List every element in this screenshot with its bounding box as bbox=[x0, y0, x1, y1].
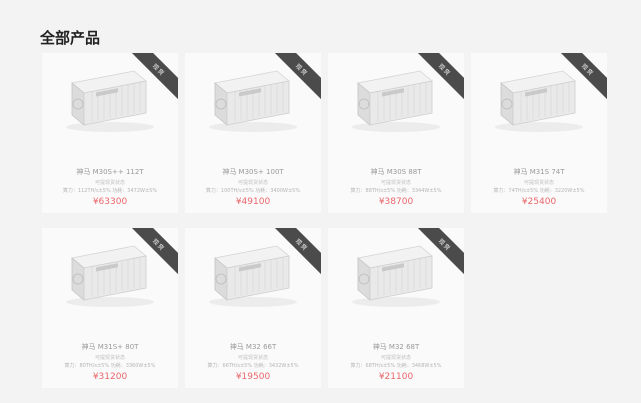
product-subtitle: 可提现货状态 bbox=[380, 180, 411, 186]
product-card[interactable]: 现货 神马 M30S 88T 可提现货状态 算力：88TH/s±5% 功耗：33… bbox=[328, 53, 464, 213]
product-spec: 算力：100TH/s±5% 功耗：3400W±5% bbox=[205, 188, 301, 194]
product-card[interactable]: 现货 神马 M31S+ 80T 可提现货状态 算力：80TH/s±5% 功耗：3… bbox=[42, 228, 178, 388]
product-card[interactable]: 现货 神马 M30S++ 112T 可提现货状态 算力：112TH/s±5% 功… bbox=[42, 53, 178, 213]
product-name: 神马 M32 66T bbox=[229, 343, 277, 351]
product-spec: 算力：74TH/s±5% 功耗：3220W±5% bbox=[493, 188, 585, 194]
product-spec: 算力：112TH/s±5% 功耗：3472W±5% bbox=[62, 188, 158, 194]
product-spec: 算力：66TH/s±5% 功耗：3432W±5% bbox=[207, 363, 299, 369]
product-price: ¥38700 bbox=[378, 197, 414, 207]
product-name: 神马 M30S 88T bbox=[370, 168, 422, 176]
product-card[interactable]: 现货 神马 M32 68T 可提现货状态 算力：68TH/s±5% 功耗：346… bbox=[328, 228, 464, 388]
product-grid: 现货 神马 M30S++ 112T 可提现货状态 算力：112TH/s±5% 功… bbox=[0, 0, 641, 403]
product-name: 神马 M31S+ 80T bbox=[81, 343, 139, 351]
product-subtitle: 可提现货状态 bbox=[94, 180, 125, 186]
product-card[interactable]: 现货 神马 M30S+ 100T 可提现货状态 算力：100TH/s±5% 功耗… bbox=[185, 53, 321, 213]
product-card[interactable]: 现货 神马 M32 66T 可提现货状态 算力：66TH/s±5% 功耗：343… bbox=[185, 228, 321, 388]
product-spec: 算力：88TH/s±5% 功耗：3344W±5% bbox=[350, 188, 442, 194]
product-name: 神马 M32 68T bbox=[372, 343, 420, 351]
product-card[interactable]: 现货 神马 M31S 74T 可提现货状态 算力：74TH/s±5% 功耗：32… bbox=[471, 53, 607, 213]
product-price: ¥63300 bbox=[92, 197, 128, 207]
product-subtitle: 可提现货状态 bbox=[380, 355, 411, 361]
product-name: 神马 M30S+ 100T bbox=[222, 168, 284, 176]
product-price: ¥25400 bbox=[521, 197, 557, 207]
product-subtitle: 可提现货状态 bbox=[523, 180, 554, 186]
product-price: ¥31200 bbox=[92, 372, 128, 382]
product-name: 神马 M30S++ 112T bbox=[76, 168, 144, 176]
product-name: 神马 M31S 74T bbox=[513, 168, 565, 176]
product-price: ¥21100 bbox=[378, 372, 414, 382]
product-spec: 算力：80TH/s±5% 功耗：3360W±5% bbox=[64, 363, 156, 369]
product-price: ¥19500 bbox=[235, 372, 271, 382]
product-subtitle: 可提现货状态 bbox=[94, 355, 125, 361]
product-subtitle: 可提现货状态 bbox=[237, 180, 268, 186]
product-spec: 算力：68TH/s±5% 功耗：3468W±5% bbox=[350, 363, 442, 369]
product-subtitle: 可提现货状态 bbox=[237, 355, 268, 361]
product-price: ¥49100 bbox=[235, 197, 271, 207]
